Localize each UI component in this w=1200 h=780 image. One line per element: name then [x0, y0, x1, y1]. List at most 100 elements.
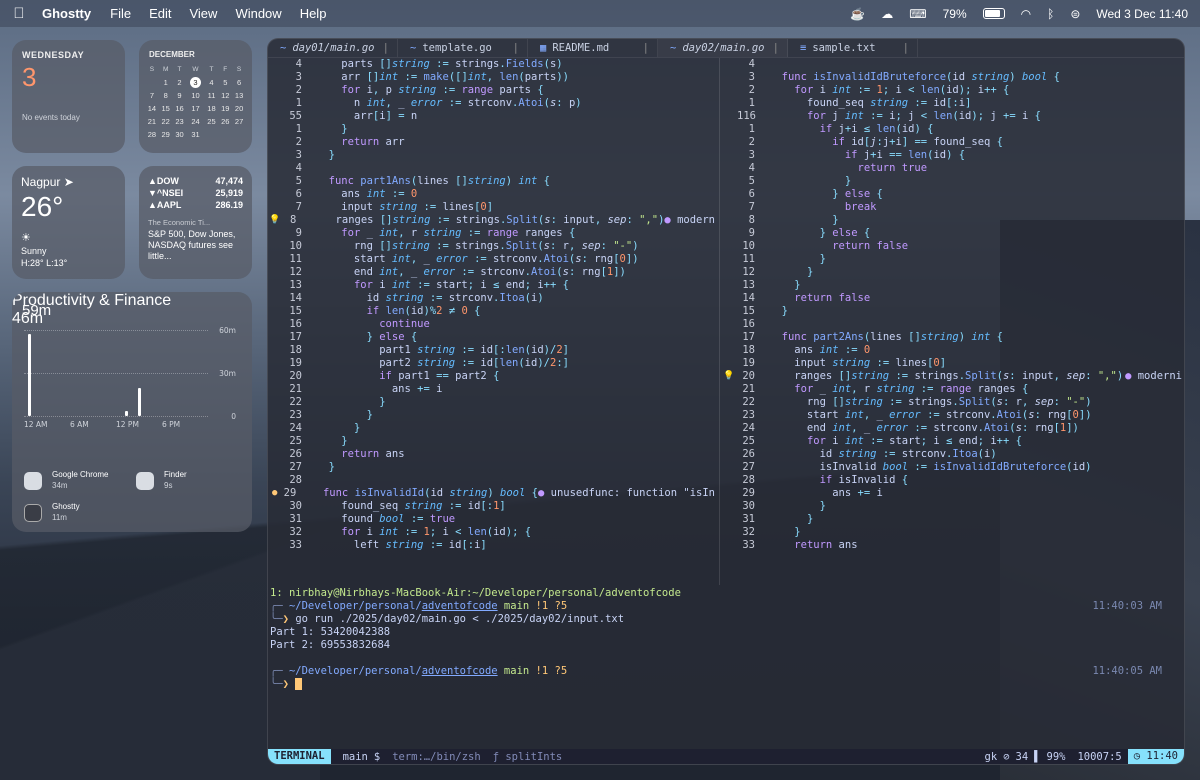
- weather-temp: 26°: [21, 191, 64, 222]
- code-text: }: [341, 435, 348, 447]
- line-number: 4: [748, 162, 755, 174]
- code-line: 55 arr[i] = n: [268, 110, 719, 123]
- gutter: [268, 513, 284, 526]
- editor-tab[interactable]: ~ day01/main.go |: [268, 39, 398, 57]
- editor-tab[interactable]: ~ template.go |: [398, 39, 528, 57]
- code-line: 2 for i, p string := range parts {: [268, 84, 719, 97]
- code-line: 3 arr []int := make([]int, len(parts)): [268, 71, 719, 84]
- coffee-icon[interactable]: ☕: [850, 7, 865, 21]
- news-headline: S&P 500, Dow Jones, NASDAQ futures see l…: [148, 229, 236, 261]
- code-line: 24 }: [268, 422, 719, 435]
- menu-edit[interactable]: Edit: [140, 6, 180, 21]
- calendar-day: 11: [207, 91, 216, 100]
- tab-separator-icon: |: [382, 42, 389, 54]
- line-number: 2: [748, 136, 755, 148]
- line-number: 2: [748, 84, 755, 96]
- calendar-weekday-header: W: [192, 66, 199, 73]
- sun-icon: ☀: [21, 232, 31, 244]
- apple-menu-icon[interactable]: : [0, 5, 38, 22]
- code-text: part2 string := id[len(id)/2:]: [316, 357, 569, 369]
- bluetooth-icon[interactable]: ᛒ: [1047, 7, 1054, 21]
- diagnostic-text: moderni: [1137, 370, 1182, 382]
- line-number: 24: [289, 422, 302, 434]
- code-text: }: [806, 266, 814, 278]
- prompt-git-status: !1 ?5: [535, 600, 568, 612]
- calendar-weekday-header: T: [209, 66, 214, 73]
- code-line: 3 func isInvalidIdBruteforce(id string) …: [721, 71, 1184, 84]
- code-text: } else {: [832, 188, 883, 200]
- weather-hilo: H:28° L:13°: [21, 258, 68, 268]
- app-usage-ghostty[interactable]: Ghostty 11m: [24, 502, 134, 526]
- editor-pane-left[interactable]: 4 parts []string := strings.Fields(s) 3 a…: [268, 58, 720, 585]
- app-usage-finder[interactable]: Finder 9s: [136, 470, 246, 494]
- code-text: }: [844, 175, 852, 187]
- cloud-icon[interactable]: ☁: [881, 7, 893, 21]
- keyboard-icon[interactable]: ⌨: [909, 7, 926, 21]
- line-number: 2: [295, 136, 302, 148]
- editor-tab[interactable]: ▦ README.md |: [528, 39, 658, 57]
- line-number: 31: [742, 513, 755, 525]
- code-text: arr []int := make([]int, len(parts)): [316, 71, 569, 83]
- menu-window[interactable]: Window: [226, 6, 290, 21]
- battery-icon[interactable]: [982, 8, 1005, 19]
- code-line: 13 }: [721, 279, 1184, 292]
- line-number: 10: [289, 240, 302, 252]
- app-usage-chrome[interactable]: Google Chrome 34m: [24, 470, 134, 494]
- control-center-icon[interactable]: ⊜: [1070, 7, 1080, 21]
- line-number: 5: [295, 175, 302, 187]
- menu-help[interactable]: Help: [291, 6, 336, 21]
- output-line: Part 1: 53420042388: [270, 626, 391, 638]
- calendar-day: 16: [175, 104, 184, 113]
- gutter: [721, 305, 737, 318]
- gutter: [721, 136, 737, 149]
- line-number: 16: [289, 318, 302, 330]
- line-number: 6: [748, 188, 755, 200]
- editor-tab-bar: ~ day01/main.go | ~ template.go | ▦ README.md | ~…: [268, 39, 1184, 58]
- stock-value: 47,474: [215, 176, 243, 186]
- editor-tab[interactable]: ≡ sample.txt |: [788, 39, 918, 57]
- gutter: [268, 396, 284, 409]
- code-line: 19 part2 string := id[len(id)/2:]: [268, 357, 719, 370]
- calendar-widget[interactable]: DECEMBER SMTWTFS 1 2 3 4 5 6 7 8 9 10 11 12 13 14 15 16…: [139, 40, 252, 153]
- code-text: } else {: [366, 331, 418, 343]
- status-shell-mark: $: [373, 750, 381, 763]
- calendar-day: 22: [161, 117, 170, 126]
- date-widget[interactable]: WEDNESDAY 3 No events today: [12, 40, 125, 153]
- code-line: ● 29 func isInvalidId(id string) bool {● …: [268, 487, 719, 500]
- calendar-day: 9: [177, 91, 182, 100]
- menu-file[interactable]: File: [101, 6, 140, 21]
- terminal-console[interactable]: 1: nirbhay@Nirbhays-MacBook-Air:~/Develo…: [268, 585, 1184, 764]
- code-text: return arr: [341, 136, 405, 148]
- code-line: 21 ans += i: [268, 383, 719, 396]
- calendar-weekday-header: T: [177, 66, 182, 73]
- line-number: 23: [742, 409, 755, 421]
- menu-view[interactable]: View: [180, 6, 226, 21]
- code-text: parts []string := strings.Fields(s): [316, 58, 563, 70]
- editor-tab[interactable]: ~ day02/main.go |: [658, 39, 788, 57]
- code-line: 10 return false: [721, 240, 1184, 253]
- gutter: [721, 513, 737, 526]
- line-number: 14: [289, 292, 302, 304]
- gutter: [268, 84, 284, 97]
- prompt-dir: adventofcode: [421, 600, 498, 612]
- calendar-week-row: 123456: [145, 76, 246, 89]
- gutter: [721, 344, 737, 357]
- input-line[interactable]: ╰─❯: [270, 678, 1184, 691]
- calendar-week-row: 21 22 23 24 25 26 27: [145, 115, 246, 128]
- wifi-icon[interactable]: ◠: [1021, 7, 1031, 21]
- code-text: ans += i: [316, 383, 443, 395]
- stocks-widget[interactable]: ▲DOW 47,474 ▼^NSEI 25,919 ▲AAPL 286.19 The …: [139, 166, 252, 279]
- code-text: }: [328, 149, 335, 161]
- app-menu[interactable]: Ghostty: [38, 6, 101, 21]
- code-line: 1 if j+i ≤ len(id) {: [721, 123, 1184, 136]
- ghostty-window[interactable]: ~ day01/main.go | ~ template.go | ▦ README.md | ~…: [267, 38, 1185, 765]
- gutter: [268, 383, 284, 396]
- weather-widget[interactable]: Nagpur ➤ 26° ☀ Sunny H:28° L:13°: [12, 166, 125, 279]
- app-name: Ghostty: [52, 502, 80, 511]
- code-line: 33 return ans: [721, 539, 1184, 552]
- code-text: } else {: [819, 227, 871, 239]
- code-text: if part1 == part2 {: [379, 370, 500, 382]
- editor-pane-right[interactable]: 4 3 func isInvalidIdBruteforce(id string)…: [721, 58, 1184, 585]
- menubar-clock[interactable]: Wed 3 Dec 11:40: [1096, 7, 1188, 21]
- diagnostic-text: unusedfunc: function "isIn: [550, 487, 715, 499]
